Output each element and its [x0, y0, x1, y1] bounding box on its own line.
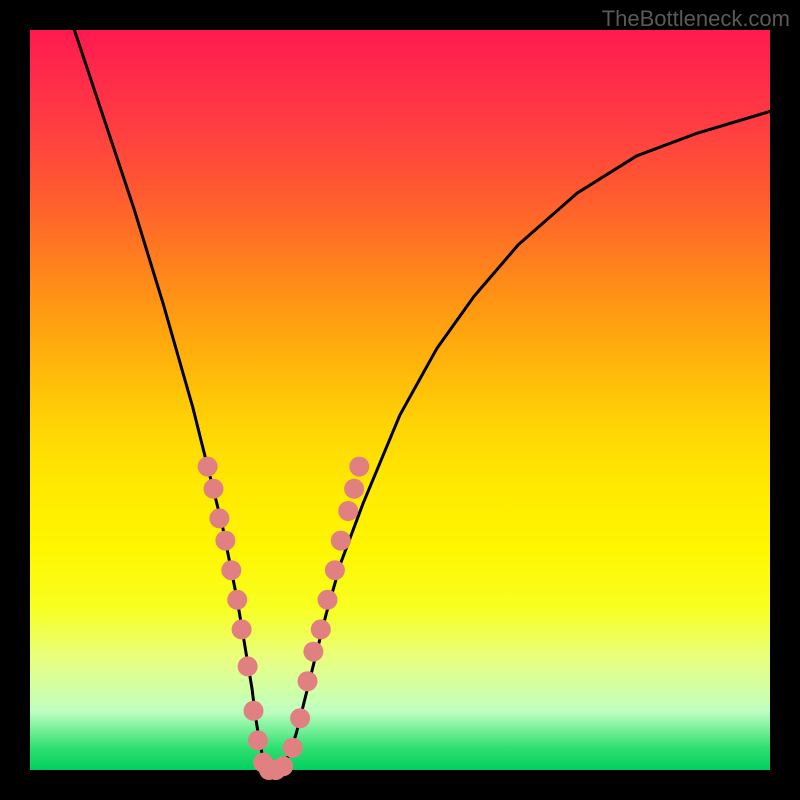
marker-point	[273, 756, 293, 776]
highlight-markers	[198, 457, 370, 780]
marker-point	[198, 457, 218, 477]
watermark-text: TheBottleneck.com	[602, 6, 790, 32]
marker-point	[325, 560, 345, 580]
marker-point	[290, 708, 310, 728]
marker-point	[344, 479, 364, 499]
marker-point	[232, 619, 252, 639]
marker-point	[331, 531, 351, 551]
marker-point	[209, 508, 229, 528]
marker-point	[338, 501, 358, 521]
marker-point	[318, 590, 338, 610]
marker-point	[227, 590, 247, 610]
marker-point	[248, 730, 268, 750]
chart-overlay	[30, 30, 770, 770]
marker-point	[221, 560, 241, 580]
marker-point	[349, 457, 369, 477]
marker-point	[244, 701, 264, 721]
marker-point	[283, 738, 303, 758]
marker-point	[311, 619, 331, 639]
marker-point	[238, 656, 258, 676]
bottleneck-curve	[74, 30, 770, 770]
marker-point	[204, 479, 224, 499]
marker-point	[215, 531, 235, 551]
marker-point	[303, 642, 323, 662]
marker-point	[298, 671, 318, 691]
